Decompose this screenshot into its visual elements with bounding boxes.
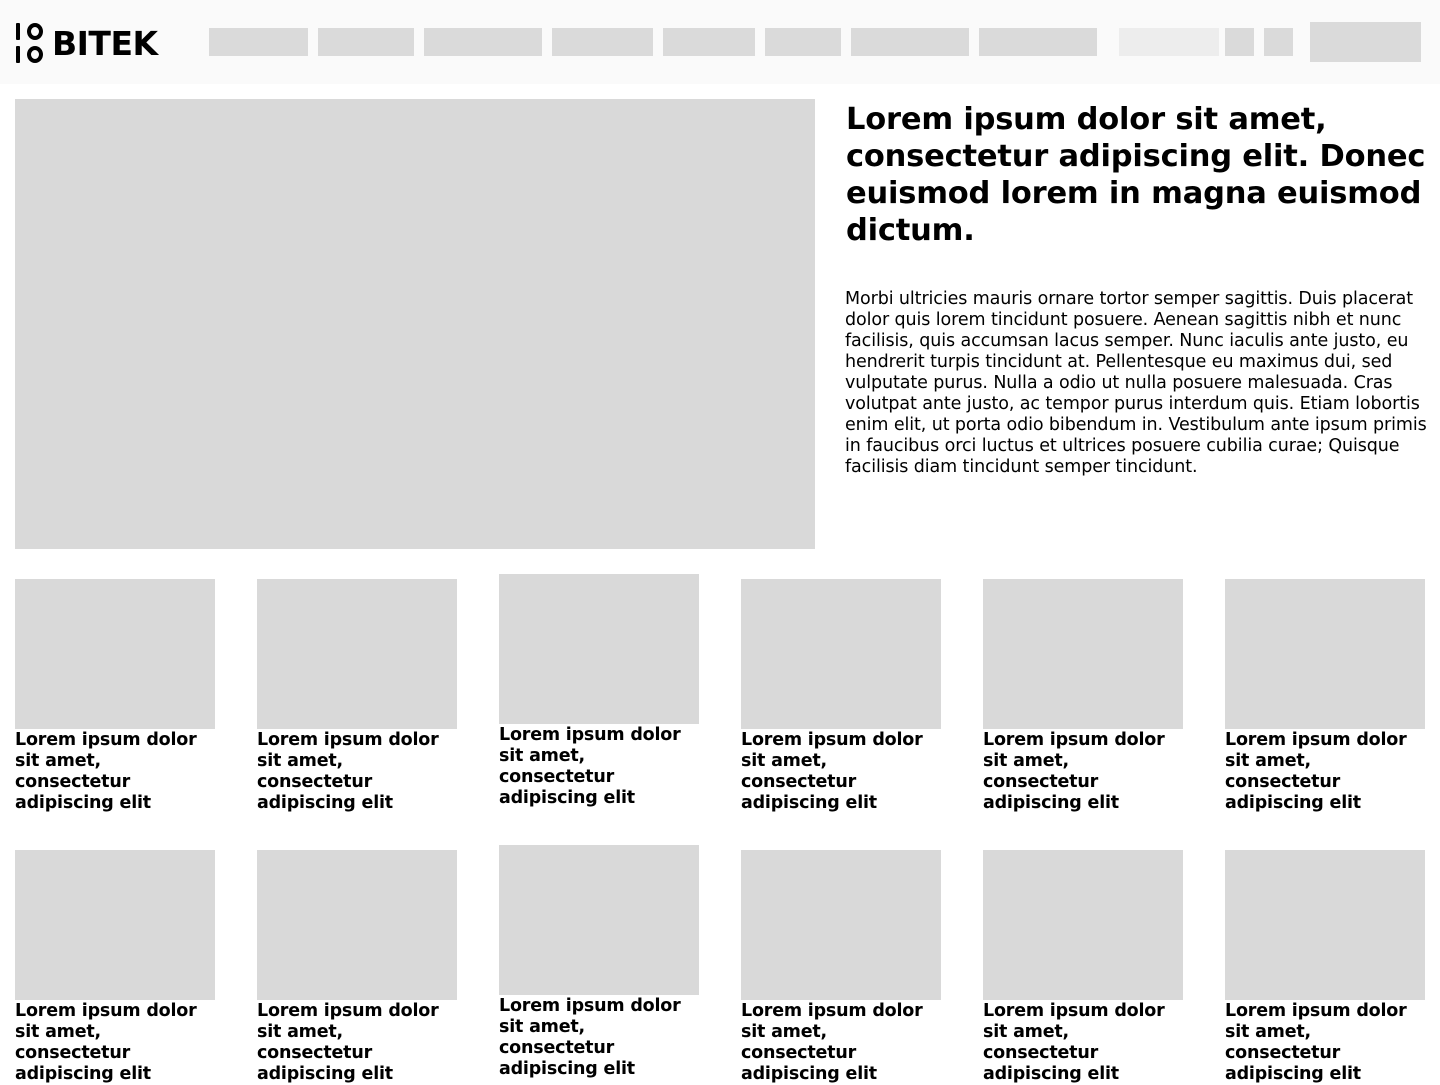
- brand-logo[interactable]: BITEK: [14, 20, 158, 66]
- nav-item-6[interactable]: [765, 28, 841, 56]
- nav-item-8[interactable]: [979, 28, 1097, 56]
- card-image[interactable]: [499, 845, 699, 995]
- article-card[interactable]: Lorem ipsum dolor sit amet, consectetur …: [983, 579, 1183, 814]
- card-image[interactable]: [983, 850, 1183, 1000]
- article-card[interactable]: Lorem ipsum dolor sit amet, consectetur …: [15, 850, 215, 1085]
- nav-item-1[interactable]: [209, 28, 308, 56]
- hero-title[interactable]: Lorem ipsum dolor sit amet, consectetur …: [846, 101, 1426, 249]
- utility-button-2[interactable]: [1264, 28, 1293, 56]
- card-title[interactable]: Lorem ipsum dolor sit amet, consectetur …: [741, 730, 941, 814]
- nav-item-5[interactable]: [663, 28, 755, 56]
- cta-button[interactable]: [1310, 22, 1421, 62]
- logo-mark-icon: [14, 21, 46, 65]
- article-card[interactable]: Lorem ipsum dolor sit amet, consectetur …: [499, 574, 699, 809]
- card-title[interactable]: Lorem ipsum dolor sit amet, consectetur …: [741, 1001, 941, 1085]
- card-image[interactable]: [741, 850, 941, 1000]
- card-title[interactable]: Lorem ipsum dolor sit amet, consectetur …: [257, 730, 457, 814]
- article-card[interactable]: Lorem ipsum dolor sit amet, consectetur …: [257, 579, 457, 814]
- card-image[interactable]: [499, 574, 699, 724]
- nav-item-7[interactable]: [851, 28, 969, 56]
- card-image[interactable]: [741, 579, 941, 729]
- card-title[interactable]: Lorem ipsum dolor sit amet, consectetur …: [15, 730, 215, 814]
- nav-item-2[interactable]: [318, 28, 414, 56]
- article-card[interactable]: Lorem ipsum dolor sit amet, consectetur …: [1225, 579, 1425, 814]
- article-card[interactable]: Lorem ipsum dolor sit amet, consectetur …: [15, 579, 215, 814]
- article-card[interactable]: Lorem ipsum dolor sit amet, consectetur …: [741, 850, 941, 1085]
- card-title[interactable]: Lorem ipsum dolor sit amet, consectetur …: [15, 1001, 215, 1085]
- card-image[interactable]: [1225, 850, 1425, 1000]
- card-title[interactable]: Lorem ipsum dolor sit amet, consectetur …: [1225, 1001, 1425, 1085]
- card-image[interactable]: [257, 850, 457, 1000]
- card-title[interactable]: Lorem ipsum dolor sit amet, consectetur …: [499, 996, 699, 1080]
- article-card[interactable]: Lorem ipsum dolor sit amet, consectetur …: [741, 579, 941, 814]
- card-title[interactable]: Lorem ipsum dolor sit amet, consectetur …: [983, 730, 1183, 814]
- site-header: BITEK: [0, 0, 1440, 84]
- card-image[interactable]: [983, 579, 1183, 729]
- card-title[interactable]: Lorem ipsum dolor sit amet, consectetur …: [257, 1001, 457, 1085]
- search-input[interactable]: [1119, 28, 1219, 56]
- card-image[interactable]: [257, 579, 457, 729]
- card-image[interactable]: [15, 850, 215, 1000]
- brand-name: BITEK: [52, 23, 158, 63]
- nav-item-3[interactable]: [424, 28, 542, 56]
- hero-image[interactable]: [15, 99, 815, 549]
- card-image[interactable]: [15, 579, 215, 729]
- utility-button-1[interactable]: [1225, 28, 1254, 56]
- article-card[interactable]: Lorem ipsum dolor sit amet, consectetur …: [257, 850, 457, 1085]
- article-card[interactable]: Lorem ipsum dolor sit amet, consectetur …: [1225, 850, 1425, 1085]
- card-title[interactable]: Lorem ipsum dolor sit amet, consectetur …: [983, 1001, 1183, 1085]
- nav-item-4[interactable]: [552, 28, 653, 56]
- article-card[interactable]: Lorem ipsum dolor sit amet, consectetur …: [983, 850, 1183, 1085]
- card-title[interactable]: Lorem ipsum dolor sit amet, consectetur …: [1225, 730, 1425, 814]
- card-image[interactable]: [1225, 579, 1425, 729]
- article-card[interactable]: Lorem ipsum dolor sit amet, consectetur …: [499, 845, 699, 1080]
- hero-body: Morbi ultricies mauris ornare tortor sem…: [845, 289, 1427, 477]
- card-title[interactable]: Lorem ipsum dolor sit amet, consectetur …: [499, 725, 699, 809]
